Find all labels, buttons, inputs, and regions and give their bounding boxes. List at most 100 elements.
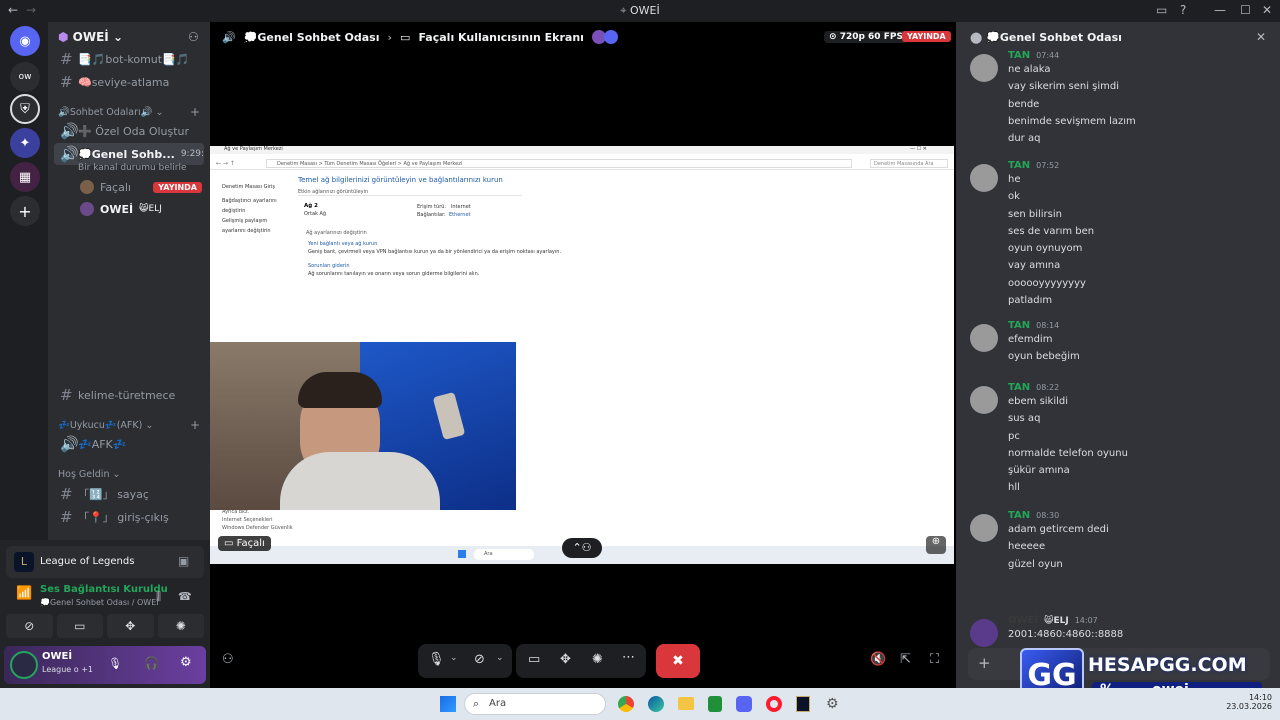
voice-user-facali[interactable]: Façalı YAYINDA [74, 176, 202, 198]
camera-off-icon[interactable]: ⊘ [474, 652, 485, 667]
inbox-icon[interactable]: ▭ [1156, 3, 1167, 17]
close-window-icon[interactable]: ✕ [1262, 3, 1272, 17]
avatar[interactable] [970, 54, 998, 82]
message-text: 2001:4860:4860::8888 [1008, 629, 1124, 640]
message-author[interactable]: TAN 07:52 [1008, 160, 1059, 171]
windows-start-icon[interactable] [440, 696, 456, 712]
show-participants-icon[interactable]: ⌃⚇ [562, 538, 602, 558]
soundboard-icon[interactable]: ✺ [592, 652, 603, 667]
message-text: şükür amına [1008, 465, 1070, 477]
camera-off-icon[interactable]: ⊘ [6, 614, 53, 638]
invite-users-icon[interactable]: ⚇ [222, 652, 234, 667]
message-author[interactable]: TAN 08:30 [1008, 510, 1059, 521]
zoom-icon[interactable]: ⊕ [926, 536, 946, 554]
server-icon-3[interactable]: ✦ [10, 128, 40, 158]
category-voice-rooms[interactable]: 🔊Sohbet Odaları🔊 ⌄ [58, 107, 163, 118]
app-icon[interactable] [708, 696, 722, 712]
shared-screen[interactable]: Ağ ve Paylaşım Merkezi — ☐ ✕ ← → ↑ Denet… [210, 146, 954, 564]
mute-stream-icon[interactable]: 🔇 [870, 652, 886, 667]
headphones-icon[interactable]: 🎧 [144, 656, 159, 670]
microphone-icon[interactable]: 🎙 [108, 657, 122, 670]
taskbar-search[interactable]: ⌕ Ara [464, 693, 606, 715]
channel-kelime-turetmece[interactable]: # kelime-türetmece [54, 384, 204, 406]
avatar[interactable] [970, 386, 998, 414]
call-controls: 🎙 ⌄ ⊘ ⌄ [418, 644, 512, 678]
stream-settings-icon[interactable]: ▣ [178, 554, 189, 568]
server-icon-2[interactable]: ⛨ [10, 94, 40, 124]
avatar[interactable] [970, 164, 998, 192]
close-icon[interactable]: ✕ [1256, 30, 1266, 44]
settings-gear-icon[interactable]: ⚙ [826, 696, 842, 712]
settings-gear-icon[interactable]: ⚙ [180, 655, 192, 670]
message-author[interactable]: TAN 08:14 [1008, 320, 1059, 331]
message-author[interactable]: TAN 07:44 [1008, 50, 1059, 61]
activities-icon[interactable]: ✥ [560, 652, 571, 667]
category-afk[interactable]: 💤Uykucu💤(AFK) ⌄ [58, 420, 153, 431]
user-panel[interactable]: OWEİ League o +1 🎙 🎧 ⚙ [4, 646, 206, 684]
invite-icon[interactable]: ⚇ [188, 30, 199, 44]
discord-home-icon[interactable]: ◉ [10, 26, 40, 56]
discord-taskbar-icon[interactable] [736, 696, 752, 712]
popout-icon[interactable]: ⇱ [900, 652, 911, 667]
chevron-down-icon[interactable]: ⌄ [496, 653, 504, 663]
voice-user-owei[interactable]: OWEİ 😸ELJ [74, 198, 202, 220]
stage-channel-name[interactable]: 💭Genel Sohbet Odası [244, 31, 380, 44]
message-text: pc [1008, 430, 1020, 442]
avatar[interactable] [970, 324, 998, 352]
league-icon[interactable] [796, 696, 810, 712]
voice-status-title[interactable]: Ses Bağlantısı Kuruldu [40, 584, 168, 595]
message-author[interactable]: OWEİ 😸ELJ 14:07 [1008, 615, 1098, 626]
file-explorer-icon[interactable] [678, 697, 694, 710]
activities-icon[interactable]: ✥ [107, 614, 154, 638]
screen-share-icon[interactable]: ▭ [56, 614, 103, 638]
chrome-icon[interactable] [618, 696, 634, 712]
opera-icon[interactable] [766, 696, 782, 712]
channel-bot-komut[interactable]: # 📑🎵bot-komut📑🎵 [54, 48, 204, 70]
disconnect-icon[interactable]: ☎ [178, 590, 192, 603]
noise-suppression-icon[interactable]: ⫼ [156, 590, 161, 604]
more-options-icon[interactable]: ⋯ [622, 650, 635, 665]
minimize-icon[interactable]: — [1214, 3, 1226, 17]
channel-create-room[interactable]: 🔊 ➕ Özel Oda Oluştur [54, 120, 204, 142]
activity-card[interactable]: L League of Legends ▣ [6, 546, 204, 578]
channel-status-hint[interactable]: Bir kanal durumu belirle [78, 163, 187, 173]
add-channel-icon[interactable]: + [190, 105, 200, 119]
message-author[interactable]: TAN 08:22 [1008, 382, 1059, 393]
category-welcome[interactable]: Hoş Geldin ⌄ [58, 469, 120, 480]
add-channel-icon[interactable]: + [190, 418, 200, 432]
help-icon[interactable]: ? [1180, 3, 1186, 17]
game-name: League of Legends [40, 556, 135, 567]
avatar[interactable] [970, 619, 998, 647]
game-icon: L [14, 552, 34, 572]
add-server-icon[interactable]: + [10, 196, 40, 226]
chevron-down-icon[interactable]: ⌄ [450, 653, 458, 663]
avatar[interactable] [970, 514, 998, 542]
leave-call-button[interactable]: ✖ [656, 644, 700, 678]
screen-share-icon[interactable]: ▭ [528, 652, 540, 667]
soundboard-icon[interactable]: ✺ [157, 614, 204, 638]
clock[interactable]: 14:10 23.03.2026 [1222, 693, 1272, 711]
maximize-icon[interactable]: ☐ [1240, 3, 1251, 17]
channel-seviye-atlama[interactable]: # 🧠seviye-atlama [54, 71, 204, 93]
message-text: ne alaka [1008, 64, 1051, 75]
add-attachment-icon[interactable]: + [978, 654, 991, 672]
message-text: adam getircem dedi [1008, 524, 1109, 535]
voice-status-subtitle[interactable]: 💭Genel Sohbet Odası / OWEİ [40, 598, 159, 607]
avatar [603, 30, 618, 44]
title-bar: ← → ⌖ OWEİ ▭ ? — ☐ ✕ [0, 0, 1280, 22]
channel-active-voice[interactable]: 🔊💭Genel Sohb...9:29:56 [54, 143, 204, 165]
message-text: bende [1008, 98, 1040, 110]
channel-sayac[interactable]: # 「🔢」 sayaç [54, 483, 204, 505]
channel-afk[interactable]: 🔊 💤AFK💤 [54, 433, 204, 455]
channel-giris-cikis[interactable]: # 「📍」 giriş-çıkış [54, 506, 204, 528]
quality-badge: ⊙ 720p 60 FPS [824, 31, 908, 43]
fullscreen-icon[interactable]: ⛶ [930, 652, 939, 667]
shared-heading: Temel ağ bilgilerinizi görüntüleyin ve b… [298, 176, 503, 184]
message-text: efemdim [1008, 334, 1053, 345]
server-icon-1[interactable]: ow [10, 62, 40, 92]
microphone-icon[interactable]: 🎙 [428, 652, 445, 667]
server-icon-4[interactable]: ▦ [10, 162, 40, 192]
edge-icon[interactable] [648, 696, 664, 712]
speaker-icon: 🔊 [60, 435, 79, 453]
live-badge: YAYINDA [902, 31, 951, 42]
